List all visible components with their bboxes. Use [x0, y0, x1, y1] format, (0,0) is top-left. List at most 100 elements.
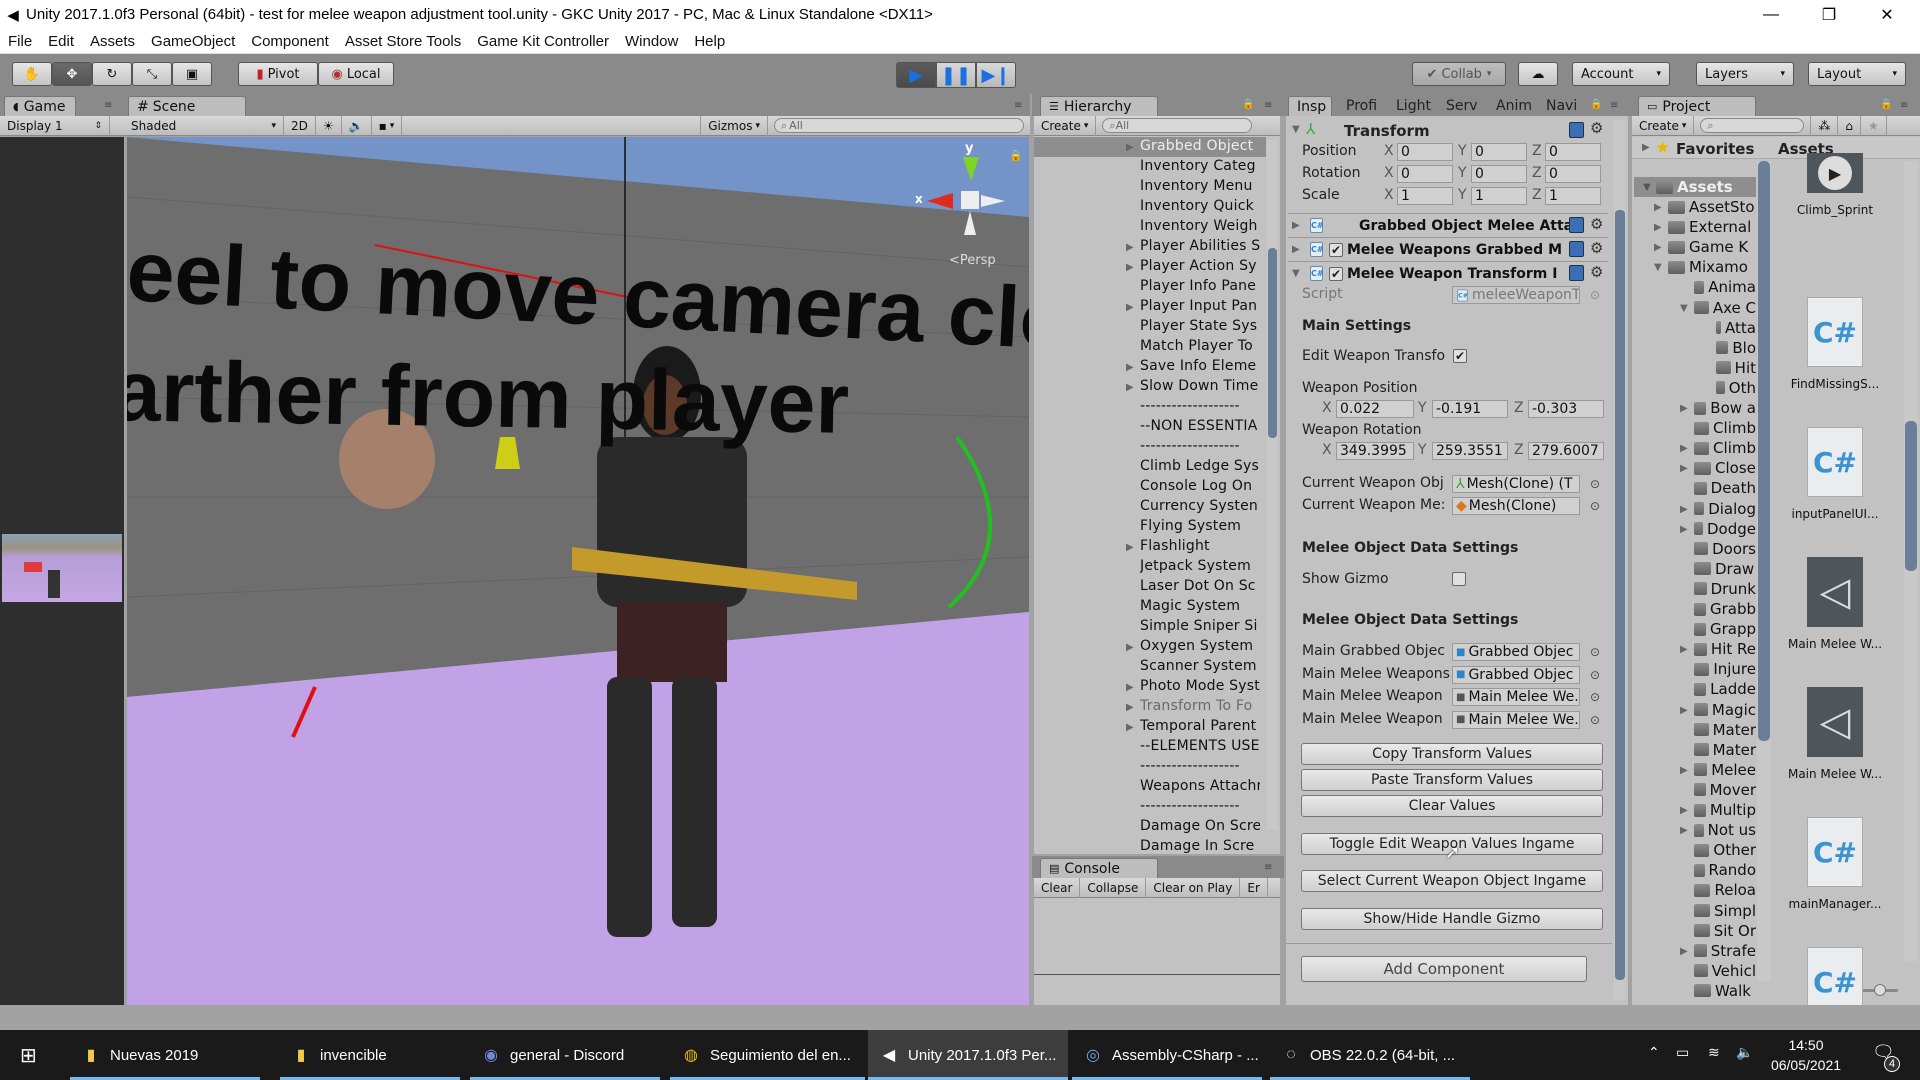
project-folder[interactable]: Game K — [1668, 237, 1756, 257]
project-folder[interactable]: Close — [1694, 458, 1756, 478]
hierarchy-item[interactable]: Slow Down Time — [1140, 378, 1260, 398]
tab-profiler[interactable]: Profi — [1338, 96, 1385, 116]
project-folder[interactable]: Draw — [1694, 559, 1756, 579]
project-folder[interactable]: Grapp — [1694, 619, 1756, 639]
project-folder[interactable]: Melee — [1694, 760, 1756, 780]
hierarchy-scroll-thumb[interactable] — [1268, 248, 1277, 438]
hierarchy-item[interactable]: Flying System — [1140, 518, 1260, 538]
hand-tool-button[interactable]: ✋ — [12, 62, 52, 86]
project-folder[interactable]: Walk — [1694, 981, 1756, 1001]
persp-label[interactable]: <Persp — [949, 253, 996, 268]
expand-arrow-icon[interactable]: ▶ — [1126, 382, 1134, 393]
project-create-button[interactable]: Create ▾ — [1632, 115, 1695, 136]
object-picker-icon[interactable]: ⊙ — [1590, 288, 1600, 302]
asset-item[interactable]: ◁ Main Melee W... — [1775, 673, 1895, 783]
panel-menu-icon[interactable]: ≡ — [1610, 100, 1618, 111]
gear-icon[interactable]: ⚙ — [1590, 263, 1603, 281]
expand-arrow-icon[interactable]: ▶ — [1680, 524, 1688, 535]
project-folder[interactable]: Mover — [1694, 780, 1756, 800]
hierarchy-item[interactable]: Climb Ledge Sys — [1140, 458, 1260, 478]
project-folder[interactable]: Reloa — [1694, 880, 1756, 900]
project-folder[interactable]: Magic — [1694, 700, 1756, 720]
layers-dropdown[interactable]: Layers ▾ — [1696, 62, 1794, 86]
current-weapon-object-field[interactable]: ⅄ Mesh(Clone) (T — [1452, 475, 1580, 493]
taskbar-item[interactable]: ▮ Nuevas 2019 — [70, 1030, 260, 1080]
volume-icon[interactable]: 🔈 — [1736, 1044, 1753, 1061]
hierarchy-item[interactable]: Damage On Scre — [1140, 818, 1260, 838]
menu-file[interactable]: File — [0, 33, 40, 50]
asset-item[interactable]: C# FindMissingS... — [1775, 283, 1895, 393]
project-folder[interactable]: Strafe — [1694, 941, 1756, 961]
project-folder[interactable]: Injure — [1694, 659, 1756, 679]
project-folder[interactable]: External — [1668, 217, 1756, 237]
hierarchy-item[interactable]: Temporal Parent — [1140, 718, 1260, 738]
object-picker-icon[interactable]: ⊙ — [1590, 645, 1600, 659]
project-tree-root[interactable]: Assets — [1656, 177, 1733, 197]
project-folder[interactable]: Climb — [1694, 438, 1756, 458]
project-folder[interactable]: Blo — [1716, 338, 1756, 358]
hierarchy-item[interactable]: Console Log On — [1140, 478, 1260, 498]
menu-gameobject[interactable]: GameObject — [143, 33, 243, 50]
reference-field[interactable]: ■ Main Melee We. — [1452, 688, 1580, 706]
display-dropdown[interactable]: Display 1 ⇕ — [0, 115, 110, 136]
object-picker-icon[interactable]: ⊙ — [1590, 713, 1600, 727]
transform-z-field[interactable]: 1 — [1545, 187, 1601, 205]
scene-orientation-gizmo[interactable]: y x <Persp 🔒 — [909, 137, 1029, 277]
hierarchy-item[interactable]: Inventory Categ — [1140, 158, 1260, 178]
expand-arrow-icon[interactable]: ▶ — [1680, 504, 1688, 515]
project-assets-scroll-thumb[interactable] — [1905, 421, 1917, 571]
tab-hierarchy[interactable]: ☰ Hierarchy — [1040, 96, 1158, 116]
project-folder[interactable]: Grabb — [1694, 599, 1756, 619]
pivot-button[interactable]: ▮ Pivot — [238, 62, 318, 86]
object-picker-icon[interactable]: ⊙ — [1590, 477, 1600, 491]
hierarchy-item[interactable]: Damage In Scre — [1140, 838, 1260, 858]
object-picker-icon[interactable]: ⊙ — [1590, 690, 1600, 704]
restore-button[interactable]: ❐ — [1800, 0, 1858, 29]
expand-arrow-icon[interactable]: ▶ — [1680, 644, 1688, 655]
expand-arrow-icon[interactable]: ▶ — [1126, 242, 1134, 253]
hierarchy-item[interactable]: --ELEMENTS USE — [1140, 738, 1260, 758]
weapon-position-y[interactable]: -0.191 — [1432, 400, 1508, 418]
transform-y-field[interactable]: 1 — [1471, 187, 1527, 205]
taskbar-item[interactable]: ▮ invencible — [280, 1030, 460, 1080]
menu-game-kit-controller[interactable]: Game Kit Controller — [469, 33, 617, 50]
chevron-up-icon[interactable]: ⌃ — [1648, 1044, 1660, 1061]
project-folder[interactable]: Dodge — [1694, 519, 1756, 539]
project-folder[interactable]: Not us — [1694, 820, 1756, 840]
account-dropdown[interactable]: Account ▾ — [1572, 62, 1670, 86]
gizmos-dropdown[interactable]: Gizmos ▾ — [700, 115, 768, 136]
expand-arrow-icon[interactable]: ▼ — [1654, 262, 1662, 273]
copy-transform-values-button[interactable]: Copy Transform Values — [1301, 743, 1603, 765]
show-gizmo-checkbox[interactable] — [1452, 572, 1466, 586]
project-folder[interactable]: Oth — [1716, 378, 1756, 398]
hierarchy-item[interactable]: Jetpack System — [1140, 558, 1260, 578]
edit-weapon-checkbox[interactable]: ✔ — [1453, 349, 1467, 363]
lock-icon[interactable]: 🔒 — [1242, 99, 1254, 110]
reference-field[interactable]: ■ Main Melee We. — [1452, 710, 1580, 729]
reference-field[interactable]: ■ Grabbed Objec — [1452, 665, 1580, 684]
hierarchy-item[interactable]: Currency Systen — [1140, 498, 1260, 518]
scene-view[interactable]: eel to move camera clo arther from playe… — [127, 137, 1029, 1005]
project-folder[interactable]: Hit — [1716, 358, 1756, 378]
hierarchy-item[interactable]: Laser Dot On Sc — [1140, 578, 1260, 598]
project-folder[interactable]: Dialog — [1694, 499, 1756, 519]
panel-menu-icon[interactable]: ≡ — [104, 100, 112, 111]
tab-navigation[interactable]: Navi — [1538, 96, 1585, 116]
hierarchy-item[interactable]: Save Info Eleme — [1140, 358, 1260, 378]
expand-arrow-icon[interactable]: ▶ — [1126, 682, 1134, 693]
project-folder[interactable]: Bow a — [1694, 398, 1756, 418]
inspector-scrollbar[interactable] — [1614, 120, 1626, 1000]
tab-game[interactable]: ◖ Game — [4, 96, 76, 116]
hierarchy-item[interactable]: Oxygen System — [1140, 638, 1260, 658]
hierarchy-item[interactable]: Photo Mode Syst — [1140, 678, 1260, 698]
menu-component[interactable]: Component — [243, 33, 337, 50]
project-folder[interactable]: Hit Re — [1694, 639, 1756, 659]
hierarchy-item[interactable]: ------------------- — [1140, 798, 1260, 818]
inspector-scroll-thumb[interactable] — [1615, 210, 1625, 980]
select-current-weapon-object-button[interactable]: Select Current Weapon Object Ingame — [1301, 870, 1603, 892]
expand-arrow-icon[interactable]: ▶ — [1126, 542, 1134, 553]
object-picker-icon[interactable]: ⊙ — [1590, 499, 1600, 513]
expand-arrow-icon[interactable]: ▶ — [1680, 765, 1688, 776]
expand-arrow-icon[interactable]: ▼ — [1292, 268, 1310, 279]
wifi-icon[interactable]: ≋ — [1708, 1044, 1720, 1061]
